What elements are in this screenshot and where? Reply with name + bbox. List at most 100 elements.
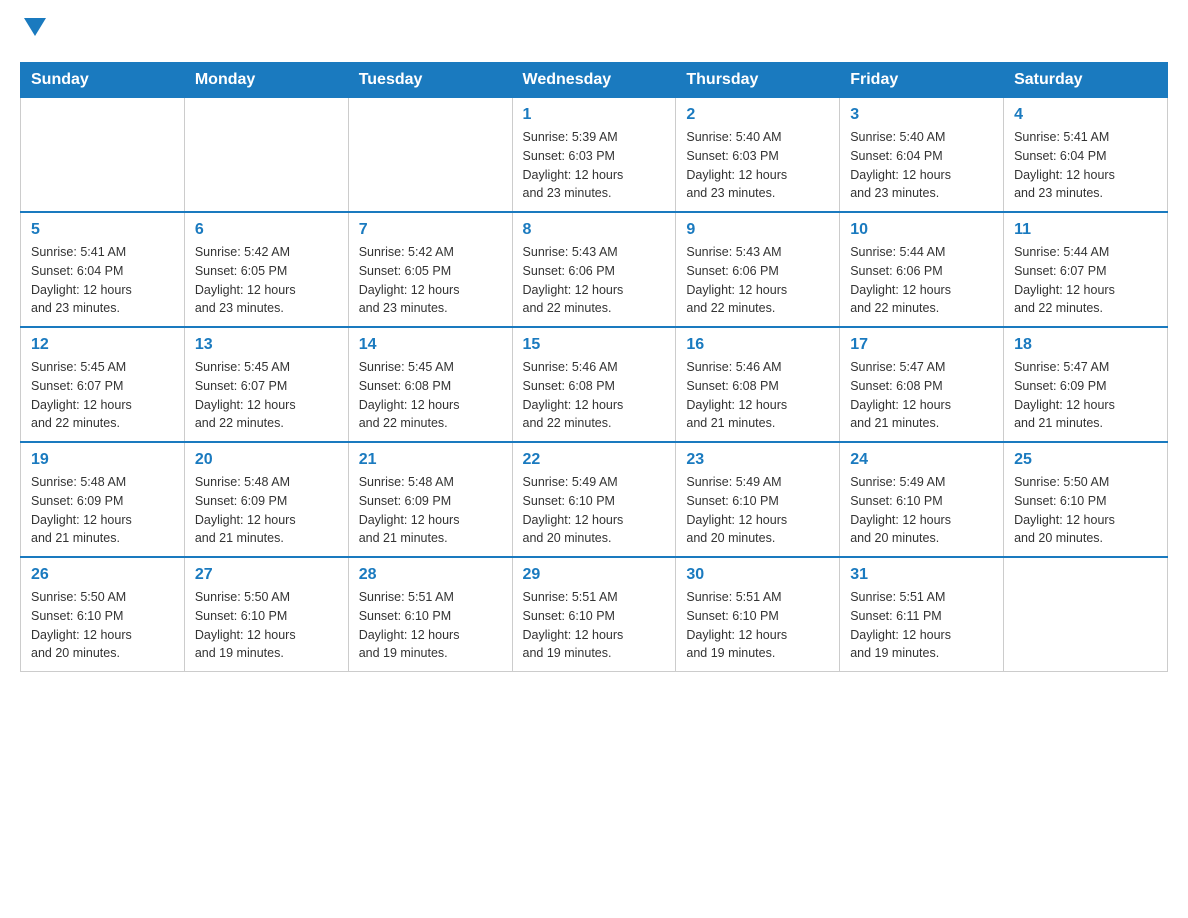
calendar-week-row: 5Sunrise: 5:41 AMSunset: 6:04 PMDaylight… [21, 212, 1168, 327]
day-info: Sunrise: 5:49 AMSunset: 6:10 PMDaylight:… [850, 473, 993, 548]
day-number: 23 [686, 451, 829, 469]
day-number: 30 [686, 566, 829, 584]
day-info: Sunrise: 5:45 AMSunset: 6:07 PMDaylight:… [195, 358, 338, 433]
calendar-week-row: 12 Sunrise: 5:45 AMSunset: 6:07 PMDayligh… [21, 327, 1168, 442]
calendar-cell: 4Sunrise: 5:41 AMSunset: 6:04 PMDaylight… [1004, 98, 1168, 213]
day-info: Sunrise: 5:50 AMSunset: 6:10 PMDaylight:… [31, 588, 174, 663]
calendar-cell: 3 Sunrise: 5:40 AMSunset: 6:04 PMDaylight… [840, 98, 1004, 213]
calendar-cell: 26 Sunrise: 5:50 AMSunset: 6:10 PMDayligh… [21, 557, 185, 672]
day-info: Sunrise: 5:51 AMSunset: 6:10 PMDaylight:… [686, 588, 829, 663]
day-number: 17 [850, 336, 993, 354]
day-info: Sunrise: 5:44 AMSunset: 6:06 PMDaylight:… [850, 243, 993, 318]
day-number: 21 [359, 451, 502, 469]
day-number: 14 [359, 336, 502, 354]
calendar-cell: 29Sunrise: 5:51 AMSunset: 6:10 PMDayligh… [512, 557, 676, 672]
calendar-header-row: SundayMondayTuesdayWednesdayThursdayFrid… [21, 63, 1168, 98]
column-header-friday: Friday [840, 63, 1004, 98]
calendar-cell: 27 Sunrise: 5:50 AMSunset: 6:10 PMDayligh… [184, 557, 348, 672]
column-header-monday: Monday [184, 63, 348, 98]
day-info: Sunrise: 5:47 AMSunset: 6:08 PMDaylight:… [850, 358, 993, 433]
day-info: Sunrise: 5:46 AMSunset: 6:08 PMDaylight:… [686, 358, 829, 433]
calendar-cell: 28 Sunrise: 5:51 AMSunset: 6:10 PMDayligh… [348, 557, 512, 672]
calendar-cell: 1Sunrise: 5:39 AMSunset: 6:03 PMDaylight… [512, 98, 676, 213]
calendar-week-row: 19 Sunrise: 5:48 AMSunset: 6:09 PMDayligh… [21, 442, 1168, 557]
day-info: Sunrise: 5:51 AMSunset: 6:11 PMDaylight:… [850, 588, 993, 663]
logo-arrow-icon [24, 18, 46, 40]
calendar-cell: 8 Sunrise: 5:43 AMSunset: 6:06 PMDaylight… [512, 212, 676, 327]
calendar-week-row: 1Sunrise: 5:39 AMSunset: 6:03 PMDaylight… [21, 98, 1168, 213]
calendar-cell: 13 Sunrise: 5:45 AMSunset: 6:07 PMDayligh… [184, 327, 348, 442]
day-info: Sunrise: 5:48 AMSunset: 6:09 PMDaylight:… [31, 473, 174, 548]
day-number: 27 [195, 566, 338, 584]
calendar-table: SundayMondayTuesdayWednesdayThursdayFrid… [20, 62, 1168, 672]
calendar-cell: 10 Sunrise: 5:44 AMSunset: 6:06 PMDayligh… [840, 212, 1004, 327]
calendar-cell: 31Sunrise: 5:51 AMSunset: 6:11 PMDayligh… [840, 557, 1004, 672]
day-number: 19 [31, 451, 174, 469]
calendar-cell: 15 Sunrise: 5:46 AMSunset: 6:08 PMDayligh… [512, 327, 676, 442]
day-number: 3 [850, 106, 993, 124]
calendar-cell [348, 98, 512, 213]
day-info: Sunrise: 5:47 AMSunset: 6:09 PMDaylight:… [1014, 358, 1157, 433]
day-number: 6 [195, 221, 338, 239]
day-info: Sunrise: 5:42 AMSunset: 6:05 PMDaylight:… [359, 243, 502, 318]
day-info: Sunrise: 5:48 AMSunset: 6:09 PMDaylight:… [195, 473, 338, 548]
day-number: 29 [523, 566, 666, 584]
day-info: Sunrise: 5:41 AMSunset: 6:04 PMDaylight:… [31, 243, 174, 318]
column-header-saturday: Saturday [1004, 63, 1168, 98]
calendar-week-row: 26 Sunrise: 5:50 AMSunset: 6:10 PMDayligh… [21, 557, 1168, 672]
day-number: 25 [1014, 451, 1157, 469]
calendar-cell: 20Sunrise: 5:48 AMSunset: 6:09 PMDayligh… [184, 442, 348, 557]
day-number: 2 [686, 106, 829, 124]
day-number: 13 [195, 336, 338, 354]
calendar-cell: 2 Sunrise: 5:40 AMSunset: 6:03 PMDaylight… [676, 98, 840, 213]
calendar-cell: 11 Sunrise: 5:44 AMSunset: 6:07 PMDayligh… [1004, 212, 1168, 327]
day-number: 7 [359, 221, 502, 239]
column-header-tuesday: Tuesday [348, 63, 512, 98]
calendar-cell: 5Sunrise: 5:41 AMSunset: 6:04 PMDaylight… [21, 212, 185, 327]
page-header [20, 20, 1168, 42]
day-info: Sunrise: 5:50 AMSunset: 6:10 PMDaylight:… [195, 588, 338, 663]
calendar-cell: 22Sunrise: 5:49 AMSunset: 6:10 PMDayligh… [512, 442, 676, 557]
day-info: Sunrise: 5:44 AMSunset: 6:07 PMDaylight:… [1014, 243, 1157, 318]
calendar-cell: 6Sunrise: 5:42 AMSunset: 6:05 PMDaylight… [184, 212, 348, 327]
calendar-cell: 7 Sunrise: 5:42 AMSunset: 6:05 PMDaylight… [348, 212, 512, 327]
calendar-cell: 19 Sunrise: 5:48 AMSunset: 6:09 PMDayligh… [21, 442, 185, 557]
day-number: 15 [523, 336, 666, 354]
calendar-cell [21, 98, 185, 213]
day-info: Sunrise: 5:43 AMSunset: 6:06 PMDaylight:… [523, 243, 666, 318]
day-info: Sunrise: 5:40 AMSunset: 6:04 PMDaylight:… [850, 128, 993, 203]
calendar-cell: 24 Sunrise: 5:49 AMSunset: 6:10 PMDayligh… [840, 442, 1004, 557]
column-header-wednesday: Wednesday [512, 63, 676, 98]
day-number: 8 [523, 221, 666, 239]
day-number: 12 [31, 336, 174, 354]
calendar-cell: 14 Sunrise: 5:45 AMSunset: 6:08 PMDayligh… [348, 327, 512, 442]
calendar-cell: 9Sunrise: 5:43 AMSunset: 6:06 PMDaylight… [676, 212, 840, 327]
day-info: Sunrise: 5:39 AMSunset: 6:03 PMDaylight:… [523, 128, 666, 203]
day-number: 18 [1014, 336, 1157, 354]
day-info: Sunrise: 5:48 AMSunset: 6:09 PMDaylight:… [359, 473, 502, 548]
calendar-cell [1004, 557, 1168, 672]
day-number: 4 [1014, 106, 1157, 124]
calendar-cell: 16Sunrise: 5:46 AMSunset: 6:08 PMDayligh… [676, 327, 840, 442]
column-header-sunday: Sunday [21, 63, 185, 98]
day-info: Sunrise: 5:45 AMSunset: 6:08 PMDaylight:… [359, 358, 502, 433]
calendar-cell [184, 98, 348, 213]
day-number: 28 [359, 566, 502, 584]
calendar-cell: 23 Sunrise: 5:49 AMSunset: 6:10 PMDayligh… [676, 442, 840, 557]
day-number: 9 [686, 221, 829, 239]
calendar-cell: 21 Sunrise: 5:48 AMSunset: 6:09 PMDayligh… [348, 442, 512, 557]
day-info: Sunrise: 5:51 AMSunset: 6:10 PMDaylight:… [359, 588, 502, 663]
calendar-cell: 25 Sunrise: 5:50 AMSunset: 6:10 PMDayligh… [1004, 442, 1168, 557]
day-info: Sunrise: 5:50 AMSunset: 6:10 PMDaylight:… [1014, 473, 1157, 548]
day-info: Sunrise: 5:49 AMSunset: 6:10 PMDaylight:… [523, 473, 666, 548]
day-number: 26 [31, 566, 174, 584]
column-header-thursday: Thursday [676, 63, 840, 98]
day-info: Sunrise: 5:40 AMSunset: 6:03 PMDaylight:… [686, 128, 829, 203]
day-number: 11 [1014, 221, 1157, 239]
calendar-cell: 17 Sunrise: 5:47 AMSunset: 6:08 PMDayligh… [840, 327, 1004, 442]
day-info: Sunrise: 5:46 AMSunset: 6:08 PMDaylight:… [523, 358, 666, 433]
day-info: Sunrise: 5:45 AMSunset: 6:07 PMDaylight:… [31, 358, 174, 433]
day-number: 24 [850, 451, 993, 469]
day-number: 10 [850, 221, 993, 239]
day-info: Sunrise: 5:49 AMSunset: 6:10 PMDaylight:… [686, 473, 829, 548]
